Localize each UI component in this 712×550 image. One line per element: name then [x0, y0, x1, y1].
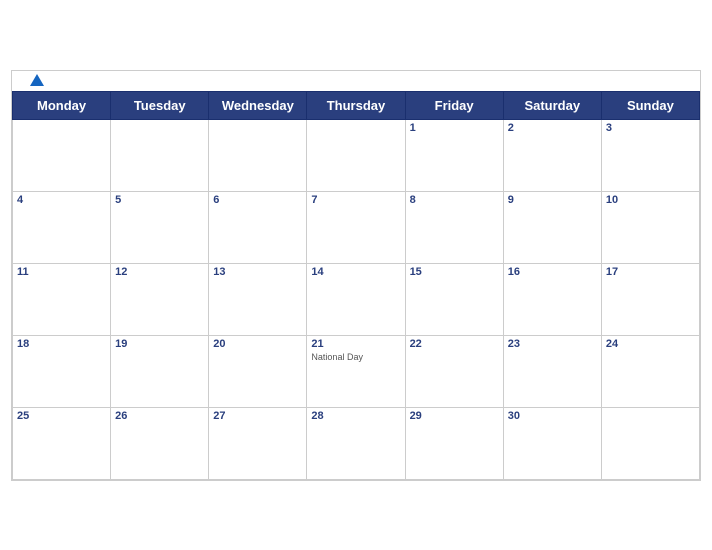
calendar-cell: 12	[111, 263, 209, 335]
calendar-cell: 8	[405, 191, 503, 263]
calendar-cell: 29	[405, 407, 503, 479]
day-number: 17	[606, 266, 695, 278]
calendar-grid: MondayTuesdayWednesdayThursdayFridaySatu…	[12, 91, 700, 480]
calendar-cell: 15	[405, 263, 503, 335]
day-number: 15	[410, 266, 499, 278]
calendar-cell	[111, 119, 209, 191]
day-number: 5	[115, 194, 204, 206]
calendar-cell: 5	[111, 191, 209, 263]
calendar-cell: 22	[405, 335, 503, 407]
calendar-cell: 25	[13, 407, 111, 479]
week-row-5: 25 26 27 28 29 30	[13, 407, 700, 479]
weekday-header-sunday: Sunday	[601, 91, 699, 119]
calendar-cell: 2	[503, 119, 601, 191]
logo-icon	[30, 74, 44, 86]
calendar-cell: 27	[209, 407, 307, 479]
logo-area	[28, 76, 44, 86]
calendar-cell	[307, 119, 405, 191]
day-number: 26	[115, 410, 204, 422]
calendar-cell: 23	[503, 335, 601, 407]
calendar-cell: 6	[209, 191, 307, 263]
week-row-1: 123	[13, 119, 700, 191]
week-row-3: 11 12 13 14 15 16 17	[13, 263, 700, 335]
calendar-cell	[13, 119, 111, 191]
calendar-cell: 11	[13, 263, 111, 335]
calendar-cell: 18	[13, 335, 111, 407]
day-number: 11	[17, 266, 106, 278]
day-number: 24	[606, 338, 695, 350]
calendar-cell: 24	[601, 335, 699, 407]
weekday-header-friday: Friday	[405, 91, 503, 119]
day-number: 25	[17, 410, 106, 422]
calendar-cell: 19	[111, 335, 209, 407]
calendar-container: MondayTuesdayWednesdayThursdayFridaySatu…	[11, 70, 701, 481]
week-row-4: 18 19 20 21 National Day 22 23 24	[13, 335, 700, 407]
day-number: 13	[213, 266, 302, 278]
calendar-cell: 9	[503, 191, 601, 263]
day-number: 27	[213, 410, 302, 422]
weekday-header-row: MondayTuesdayWednesdayThursdayFridaySatu…	[13, 91, 700, 119]
weekday-header-monday: Monday	[13, 91, 111, 119]
calendar-cell: 17	[601, 263, 699, 335]
day-number: 7	[311, 194, 400, 206]
calendar-cell: 14	[307, 263, 405, 335]
calendar-cell: 30	[503, 407, 601, 479]
calendar-cell: 1	[405, 119, 503, 191]
day-number: 10	[606, 194, 695, 206]
day-number: 22	[410, 338, 499, 350]
day-number: 23	[508, 338, 597, 350]
day-number: 18	[17, 338, 106, 350]
calendar-cell: 21 National Day	[307, 335, 405, 407]
day-number: 2	[508, 122, 597, 134]
calendar-header	[12, 71, 700, 91]
day-number: 14	[311, 266, 400, 278]
day-number: 21	[311, 338, 400, 350]
calendar-cell: 20	[209, 335, 307, 407]
weekday-header-wednesday: Wednesday	[209, 91, 307, 119]
day-number: 16	[508, 266, 597, 278]
calendar-cell: 13	[209, 263, 307, 335]
weekday-header-tuesday: Tuesday	[111, 91, 209, 119]
calendar-cell: 28	[307, 407, 405, 479]
weekday-header-saturday: Saturday	[503, 91, 601, 119]
day-number: 19	[115, 338, 204, 350]
day-number: 4	[17, 194, 106, 206]
calendar-cell	[209, 119, 307, 191]
day-number: 30	[508, 410, 597, 422]
week-row-2: 456789 10	[13, 191, 700, 263]
calendar-cell: 16	[503, 263, 601, 335]
calendar-cell: 4	[13, 191, 111, 263]
day-number: 9	[508, 194, 597, 206]
calendar-cell: 10	[601, 191, 699, 263]
calendar-cell: 7	[307, 191, 405, 263]
event-label: National Day	[311, 352, 400, 363]
day-number: 8	[410, 194, 499, 206]
calendar-cell: 3	[601, 119, 699, 191]
day-number: 12	[115, 266, 204, 278]
weekday-header-thursday: Thursday	[307, 91, 405, 119]
day-number: 1	[410, 122, 499, 134]
day-number: 28	[311, 410, 400, 422]
day-number: 6	[213, 194, 302, 206]
day-number: 29	[410, 410, 499, 422]
day-number: 3	[606, 122, 695, 134]
calendar-cell	[601, 407, 699, 479]
day-number: 20	[213, 338, 302, 350]
calendar-cell: 26	[111, 407, 209, 479]
